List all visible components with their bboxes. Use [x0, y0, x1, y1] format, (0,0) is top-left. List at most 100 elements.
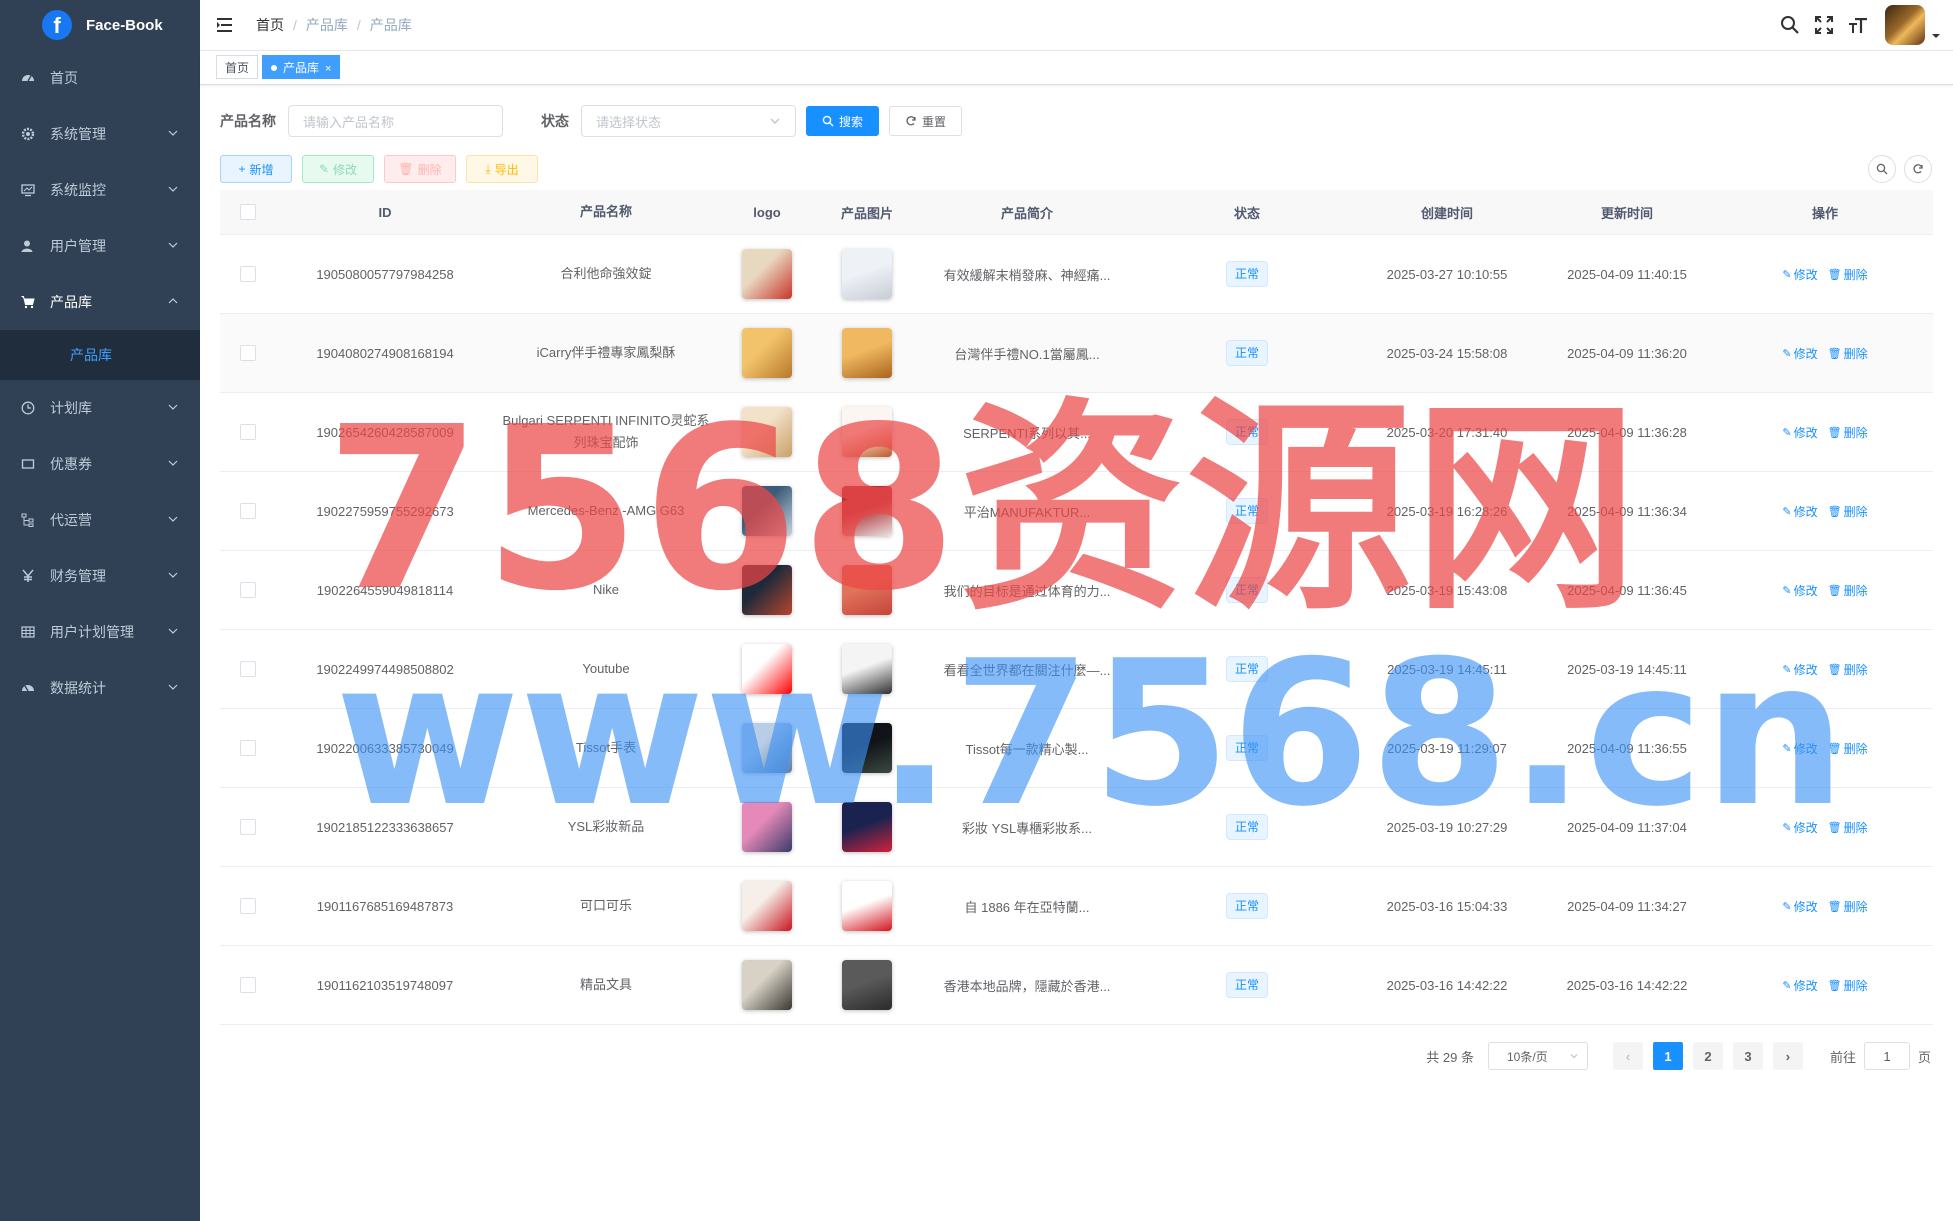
row-edit-button[interactable]: ✎ 修改 [1782, 266, 1817, 283]
row-checkbox[interactable] [239, 898, 256, 914]
table-row[interactable]: 1905080057797984258 合利他命強效錠 有效緩解末梢發麻、神經痛..… [220, 235, 1933, 314]
product-image[interactable] [842, 486, 892, 536]
table-row[interactable]: 1902654260428587009 Bulgari SERPENTI INFI… [220, 393, 1933, 472]
sidebar-item[interactable]: 数据统计 [0, 660, 200, 716]
app-logo[interactable]: f Face-Book [0, 0, 200, 50]
row-checkbox[interactable] [239, 819, 256, 835]
row-checkbox[interactable] [239, 740, 256, 756]
row-checkbox[interactable] [239, 266, 256, 282]
row-delete-button[interactable]: 🗑 删除 [1828, 503, 1868, 520]
edit-button[interactable]: ✎ 修改 [302, 155, 374, 183]
row-delete-button[interactable]: 🗑 删除 [1828, 424, 1868, 441]
sidebar-item[interactable]: 用户管理 [0, 218, 200, 274]
tag-product-library[interactable]: 产品库 × [262, 55, 341, 79]
hamburger-icon[interactable] [216, 15, 236, 35]
page-number-button[interactable]: 3 [1732, 1042, 1763, 1070]
row-delete-button[interactable]: 🗑 删除 [1828, 740, 1868, 757]
sidebar-item[interactable]: 首页 [0, 50, 200, 106]
reset-button[interactable]: 重置 [889, 106, 962, 136]
close-icon[interactable]: × [325, 63, 331, 75]
row-checkbox[interactable] [239, 582, 256, 598]
submenu-item-product-library[interactable]: 产品库 [0, 330, 200, 380]
row-delete-button[interactable]: 🗑 删除 [1828, 582, 1868, 599]
product-logo-image[interactable] [742, 249, 792, 299]
font-size-icon[interactable] [1847, 14, 1869, 36]
product-image[interactable] [842, 960, 892, 1010]
row-delete-button[interactable]: 🗑 删除 [1828, 266, 1868, 283]
product-image[interactable] [842, 565, 892, 615]
product-image[interactable] [842, 407, 892, 457]
row-checkbox[interactable] [239, 424, 256, 440]
toggle-search-button[interactable] [1868, 155, 1896, 183]
add-button[interactable]: + 新增 [220, 155, 292, 183]
row-edit-button[interactable]: ✎ 修改 [1782, 977, 1817, 994]
page-size-select[interactable]: 10条/页 [1487, 1042, 1588, 1070]
product-image[interactable] [842, 644, 892, 694]
product-image[interactable] [842, 723, 892, 773]
delete-button[interactable]: 🗑 删除 [384, 155, 456, 183]
prev-page-button[interactable]: ‹ [1612, 1042, 1643, 1070]
row-edit-button[interactable]: ✎ 修改 [1782, 345, 1817, 362]
goto-page-input[interactable]: 1 [1863, 1042, 1910, 1070]
sidebar-item[interactable]: 产品库 [0, 274, 200, 330]
row-delete-button[interactable]: 🗑 删除 [1828, 977, 1868, 994]
product-logo-image[interactable] [742, 328, 792, 378]
sidebar-item[interactable]: 用户计划管理 [0, 604, 200, 660]
fullscreen-icon[interactable] [1813, 14, 1835, 36]
tag-home[interactable]: 首页 [216, 55, 259, 79]
product-logo-image[interactable] [742, 486, 792, 536]
status-select[interactable]: 请选择状态 [581, 105, 796, 137]
row-checkbox[interactable] [239, 977, 256, 993]
export-button[interactable]: ⤓ 导出 [466, 155, 538, 183]
product-image[interactable] [842, 328, 892, 378]
sidebar-item[interactable]: 代运营 [0, 492, 200, 548]
search-icon[interactable] [1779, 14, 1801, 36]
product-image[interactable] [842, 802, 892, 852]
product-logo-image[interactable] [742, 881, 792, 931]
table-row[interactable]: 1901162103519748097 精品文具 香港本地品牌，隱藏於香港... 正常… [220, 946, 1933, 1025]
table-row[interactable]: 1902264559049818114 Nike 我们的目标是通过体育的力... 正常… [220, 551, 1933, 630]
sidebar-item[interactable]: 计划库 [0, 380, 200, 436]
caret-down-icon[interactable] [1931, 31, 1941, 41]
refresh-table-button[interactable] [1904, 155, 1932, 183]
row-delete-button[interactable]: 🗑 删除 [1828, 661, 1868, 678]
row-delete-button[interactable]: 🗑 删除 [1828, 819, 1868, 836]
page-number-button[interactable]: 1 [1652, 1042, 1683, 1070]
row-edit-button[interactable]: ✎ 修改 [1782, 661, 1817, 678]
select-all-checkbox[interactable] [239, 204, 256, 220]
product-logo-image[interactable] [742, 802, 792, 852]
product-name-input[interactable]: 请输入产品名称 [288, 105, 503, 137]
row-checkbox[interactable] [239, 345, 256, 361]
product-logo-image[interactable] [742, 644, 792, 694]
row-delete-button[interactable]: 🗑 删除 [1828, 345, 1868, 362]
table-row[interactable]: 1902185122333638657 YSL彩妝新品 彩妝 YSL專櫃彩妝系...… [220, 788, 1933, 867]
table-row[interactable]: 1904080274908168194 iCarry伴手禮專家鳳梨酥 台灣伴手禮NO… [220, 314, 1933, 393]
product-logo-image[interactable] [742, 565, 792, 615]
next-page-button[interactable]: › [1772, 1042, 1803, 1070]
sidebar-item[interactable]: 优惠券 [0, 436, 200, 492]
row-checkbox[interactable] [239, 503, 256, 519]
breadcrumb-home[interactable]: 首页 [256, 15, 284, 35]
table-row[interactable]: 1901167685169487873 可口可乐 自 1886 年在亞特蘭... 正常… [220, 867, 1933, 946]
table-row[interactable]: 1902249974498508802 Youtube 看看全世界都在關注什麼—..… [220, 630, 1933, 709]
row-edit-button[interactable]: ✎ 修改 [1782, 582, 1817, 599]
page-number-button[interactable]: 2 [1692, 1042, 1723, 1070]
row-edit-button[interactable]: ✎ 修改 [1782, 424, 1817, 441]
product-logo-image[interactable] [742, 723, 792, 773]
product-image[interactable] [842, 881, 892, 931]
sidebar-item[interactable]: 系统监控 [0, 162, 200, 218]
sidebar-item[interactable]: 财务管理 [0, 548, 200, 604]
row-edit-button[interactable]: ✎ 修改 [1782, 740, 1817, 757]
avatar[interactable] [1885, 5, 1925, 45]
table-row[interactable]: 1902200633385730049 Tissot手表 Tissot每一款精心製.… [220, 709, 1933, 788]
row-delete-button[interactable]: 🗑 删除 [1828, 898, 1868, 915]
table-row[interactable]: 1902275959755292673 Mercedes-Benz -AMG G6… [220, 472, 1933, 551]
row-edit-button[interactable]: ✎ 修改 [1782, 503, 1817, 520]
product-logo-image[interactable] [742, 407, 792, 457]
sidebar-item[interactable]: 系统管理 [0, 106, 200, 162]
row-checkbox[interactable] [239, 661, 256, 677]
row-edit-button[interactable]: ✎ 修改 [1782, 819, 1817, 836]
row-edit-button[interactable]: ✎ 修改 [1782, 898, 1817, 915]
product-image[interactable] [842, 249, 892, 299]
search-button[interactable]: 搜索 [806, 106, 879, 136]
